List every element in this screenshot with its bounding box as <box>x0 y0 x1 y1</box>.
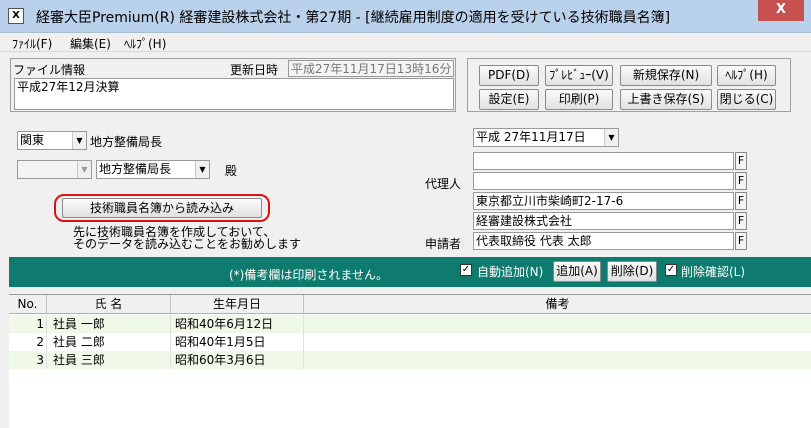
table-row[interactable]: 1 社員 一郎 昭和40年6月12日 <box>9 315 811 333</box>
col-header-birth[interactable]: 生年月日 <box>171 295 304 314</box>
preview-button[interactable]: ﾌﾟﾚﾋﾞｭｰ(V) <box>545 65 613 86</box>
applicant-address-f-button[interactable]: F <box>735 192 747 210</box>
chevron-down-icon: ▼ <box>195 161 209 178</box>
settings-button[interactable]: 設定(E) <box>479 89 539 110</box>
memo-field[interactable]: 平成27年12月決算 <box>14 78 454 110</box>
updated-value: 平成27年11月17日13時16分 <box>288 60 454 77</box>
sub-select-2[interactable]: 地方整備局長 ▼ <box>96 160 210 179</box>
bar-note: (*)備考欄は印刷されません。 <box>229 268 389 282</box>
cell-birth[interactable]: 昭和60年3月6日 <box>171 351 304 369</box>
agent-label: 代理人 <box>425 177 462 191</box>
auto-add-label: 自動追加(N) <box>477 265 544 279</box>
cell-name[interactable]: 社員 三郎 <box>47 351 171 369</box>
col-header-note[interactable]: 備考 <box>304 295 811 314</box>
updated-label: 更新日時 <box>230 63 279 77</box>
date-select[interactable]: 平成 27年11月17日 ▼ <box>473 128 619 147</box>
menu-help[interactable]: ﾍﾙﾌﾟ(H) <box>124 35 166 52</box>
import-button[interactable]: 技術職員名簿から読み込み <box>62 198 262 218</box>
cell-no: 1 <box>9 315 47 333</box>
add-button[interactable]: 追加(A) <box>553 261 601 282</box>
import-note-2: そのデータを読み込むことをお勧めします <box>73 237 302 251</box>
menu-edit[interactable]: 編集(E) <box>70 35 111 52</box>
delete-button[interactable]: 削除(D) <box>607 261 657 282</box>
new-save-button[interactable]: 新規保存(N) <box>620 65 712 86</box>
file-info-label: ファイル情報 <box>13 63 86 77</box>
cell-name[interactable]: 社員 一郎 <box>47 315 171 333</box>
agent-line1-field[interactable] <box>473 152 734 170</box>
applicant-address-field[interactable]: 東京都立川市柴崎町2-17-6 <box>473 192 734 210</box>
delete-confirm-checkbox[interactable]: ✓ <box>665 264 677 276</box>
bureau-select-value: 関東 <box>20 133 45 147</box>
applicant-representative-f-button[interactable]: F <box>735 232 747 250</box>
cell-note[interactable] <box>304 333 811 351</box>
cell-no: 3 <box>9 351 47 369</box>
bureau-select[interactable]: 関東 ▼ <box>17 131 87 150</box>
chevron-down-icon: ▼ <box>604 129 618 146</box>
sub-select[interactable]: ▼ <box>17 160 92 179</box>
agent-line2-field[interactable] <box>473 172 734 190</box>
cell-note[interactable] <box>304 315 811 333</box>
pdf-button[interactable]: PDF(D) <box>479 65 539 86</box>
cell-note[interactable] <box>304 351 811 369</box>
window-title: 経審大臣Premium(R) 経審建設株式会社・第27期 - [継続雇用制度の適… <box>36 10 671 26</box>
applicant-company-field[interactable]: 経審建設株式会社 <box>473 212 734 230</box>
date-select-value: 平成 27年11月17日 <box>476 130 586 144</box>
window-close-button[interactable]: X <box>758 0 804 21</box>
print-button[interactable]: 印刷(P) <box>545 89 613 110</box>
agent-line1-f-button[interactable]: F <box>735 152 747 170</box>
menu-file[interactable]: ﾌｧｲﾙ(F) <box>12 35 52 52</box>
applicant-label: 申請者 <box>425 237 462 251</box>
chevron-down-icon: ▼ <box>77 161 91 178</box>
action-bar: (*)備考欄は印刷されません。 ✓ 自動追加(N) 追加(A) 削除(D) ✓ … <box>9 257 811 287</box>
cell-no: 2 <box>9 333 47 351</box>
app-icon[interactable]: X <box>8 8 24 24</box>
agent-line2-f-button[interactable]: F <box>735 172 747 190</box>
chevron-down-icon: ▼ <box>72 132 86 149</box>
honorific: 殿 <box>225 164 238 178</box>
cell-name[interactable]: 社員 二郎 <box>47 333 171 351</box>
table-row[interactable]: 3 社員 三郎 昭和60年3月6日 <box>9 351 811 369</box>
menu-bar: ﾌｧｲﾙ(F) 編集(E) ﾍﾙﾌﾟ(H) <box>0 33 811 52</box>
help-button[interactable]: ﾍﾙﾌﾟ(H) <box>717 65 776 86</box>
close-button[interactable]: 閉じる(C) <box>717 89 776 110</box>
overwrite-save-button[interactable]: 上書き保存(S) <box>620 89 712 110</box>
applicant-representative-field[interactable]: 代表取締役 代表 太郎 <box>473 232 734 250</box>
cell-birth[interactable]: 昭和40年6月12日 <box>171 315 304 333</box>
col-header-name[interactable]: 氏 名 <box>47 295 171 314</box>
col-header-no[interactable]: No. <box>9 295 47 314</box>
bureau-suffix: 地方整備局長 <box>90 135 163 149</box>
delete-confirm-label: 削除確認(L) <box>681 265 746 279</box>
file-info-panel: ファイル情報 更新日時 平成27年11月17日13時16分 平成27年12月決算 <box>10 58 456 112</box>
applicant-company-f-button[interactable]: F <box>735 212 747 230</box>
table-row[interactable]: 2 社員 二郎 昭和40年1月5日 <box>9 333 811 351</box>
cell-birth[interactable]: 昭和40年1月5日 <box>171 333 304 351</box>
sub-select-2-value: 地方整備局長 <box>99 162 172 176</box>
staff-table: No. 氏 名 生年月日 備考 1 社員 一郎 昭和40年6月12日 2 社員 … <box>9 294 811 428</box>
auto-add-checkbox[interactable]: ✓ <box>460 264 472 276</box>
title-bar: X 経審大臣Premium(R) 経審建設株式会社・第27期 - [継続雇用制度… <box>0 0 811 33</box>
